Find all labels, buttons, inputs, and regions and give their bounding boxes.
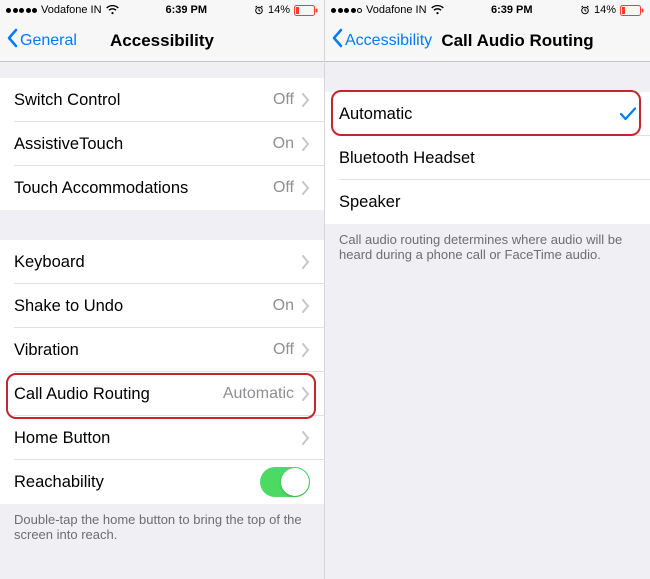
nav-bar: General Accessibility: [0, 20, 324, 62]
row-label: Switch Control: [14, 91, 273, 110]
option-automatic-row[interactable]: Automatic: [325, 92, 650, 136]
vibration-row[interactable]: Vibration Off: [0, 328, 324, 372]
alarm-icon: [254, 5, 264, 15]
back-label: General: [20, 32, 77, 50]
row-label: Shake to Undo: [14, 297, 273, 316]
chevron-right-icon: [302, 431, 310, 445]
chevron-right-icon: [302, 343, 310, 357]
row-label: Speaker: [339, 193, 636, 212]
checkmark-icon: [620, 107, 636, 121]
row-value: Off: [273, 91, 294, 109]
status-time: 6:39 PM: [165, 4, 207, 16]
row-label: Automatic: [339, 105, 620, 124]
row-label: Reachability: [14, 473, 260, 492]
signal-dots-icon: [331, 8, 362, 13]
accessibility-pane: Vodafone IN 6:39 PM 14% General Accessib…: [0, 0, 325, 579]
chevron-right-icon: [302, 93, 310, 107]
back-label: Accessibility: [345, 32, 432, 50]
group-footer: Call audio routing determines where audi…: [325, 224, 650, 276]
nav-bar: Accessibility Call Audio Routing: [325, 20, 650, 62]
row-label: Keyboard: [14, 253, 302, 272]
home-button-row[interactable]: Home Button: [0, 416, 324, 460]
reachability-toggle[interactable]: [260, 467, 310, 497]
option-bluetooth-headset-row[interactable]: Bluetooth Headset: [325, 136, 650, 180]
row-label: Touch Accommodations: [14, 179, 273, 198]
status-time: 6:39 PM: [491, 4, 533, 16]
battery-percent: 14%: [268, 4, 290, 16]
settings-group-2: Keyboard Shake to Undo On Vibration Off …: [0, 240, 324, 504]
row-value: On: [273, 135, 294, 153]
carrier-label: Vodafone IN: [41, 4, 102, 16]
carrier-label: Vodafone IN: [366, 4, 427, 16]
battery-percent: 14%: [594, 4, 616, 16]
chevron-right-icon: [302, 299, 310, 313]
status-bar: Vodafone IN 6:39 PM 14%: [325, 0, 650, 20]
assistive-touch-row[interactable]: AssistiveTouch On: [0, 122, 324, 166]
wifi-icon: [106, 5, 119, 15]
signal-dots-icon: [6, 8, 37, 13]
call-audio-routing-row[interactable]: Call Audio Routing Automatic: [0, 372, 324, 416]
group-footer: Double-tap the home button to bring the …: [0, 504, 324, 556]
back-button[interactable]: Accessibility: [325, 28, 432, 53]
back-button[interactable]: General: [0, 28, 77, 53]
row-label: Home Button: [14, 429, 302, 448]
battery-icon: [294, 5, 318, 16]
wifi-icon: [431, 5, 444, 15]
row-value: Automatic: [223, 385, 294, 403]
back-chevron-icon: [6, 28, 20, 53]
option-speaker-row[interactable]: Speaker: [325, 180, 650, 224]
status-bar: Vodafone IN 6:39 PM 14%: [0, 0, 324, 20]
row-label: AssistiveTouch: [14, 135, 273, 154]
call-audio-routing-pane: Vodafone IN 6:39 PM 14% Accessibility Ca…: [325, 0, 650, 579]
back-chevron-icon: [331, 28, 345, 53]
row-value: Off: [273, 341, 294, 359]
chevron-right-icon: [302, 181, 310, 195]
row-label: Bluetooth Headset: [339, 149, 636, 168]
row-label: Vibration: [14, 341, 273, 360]
alarm-icon: [580, 5, 590, 15]
keyboard-row[interactable]: Keyboard: [0, 240, 324, 284]
chevron-right-icon: [302, 387, 310, 401]
row-value: On: [273, 297, 294, 315]
battery-icon: [620, 5, 644, 16]
reachability-row[interactable]: Reachability: [0, 460, 324, 504]
settings-group-1: Switch Control Off AssistiveTouch On Tou…: [0, 78, 324, 210]
routing-options-group: Automatic Bluetooth Headset Speaker: [325, 92, 650, 224]
row-label: Call Audio Routing: [14, 385, 223, 404]
chevron-right-icon: [302, 137, 310, 151]
touch-accommodations-row[interactable]: Touch Accommodations Off: [0, 166, 324, 210]
row-value: Off: [273, 179, 294, 197]
switch-control-row[interactable]: Switch Control Off: [0, 78, 324, 122]
chevron-right-icon: [302, 255, 310, 269]
shake-to-undo-row[interactable]: Shake to Undo On: [0, 284, 324, 328]
